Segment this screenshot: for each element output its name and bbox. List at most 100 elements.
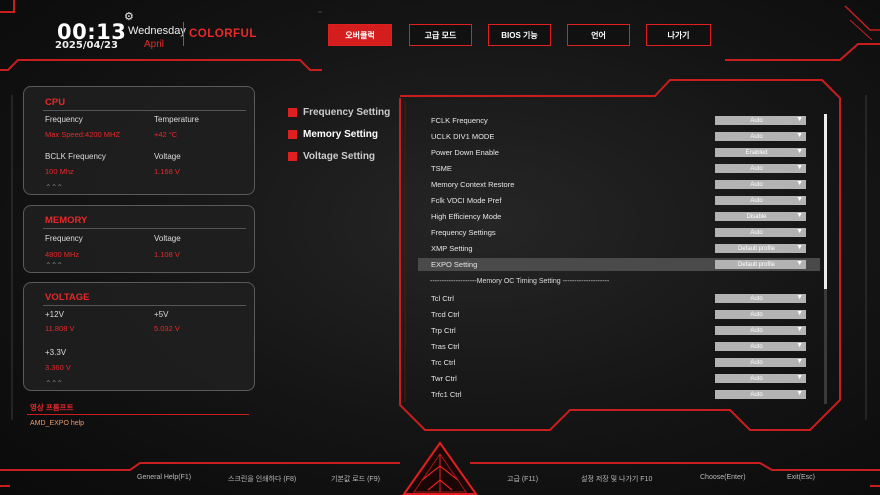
setting-name: Power Down Enable xyxy=(431,148,499,157)
clock-date: 2025/04/23 xyxy=(55,40,118,51)
dropdown-value: Auto xyxy=(750,327,763,334)
tab-advanced-mode[interactable]: 고급 모드 xyxy=(409,24,472,46)
memory-panel-title: MEMORY xyxy=(45,215,88,226)
setting-dropdown[interactable]: Enabled ▼ xyxy=(715,148,806,157)
setting-name: Twr Ctrl xyxy=(431,374,457,383)
setting-row-power-down-enable[interactable]: Power Down Enable Enabled ▼ xyxy=(418,146,820,159)
setting-name: XMP Setting xyxy=(431,244,473,253)
category-voltage-setting[interactable]: Voltage Setting xyxy=(288,151,375,162)
help-divider xyxy=(27,414,249,415)
setting-dropdown[interactable]: Auto ▼ xyxy=(715,132,806,141)
setting-dropdown[interactable]: Auto ▼ xyxy=(715,326,806,335)
triangle-down-icon: ▼ xyxy=(796,342,803,349)
setting-row-tcl-ctrl[interactable]: Tcl Ctrl Auto ▼ xyxy=(418,292,820,305)
setting-row-trp-ctrl[interactable]: Trp Ctrl Auto ▼ xyxy=(418,324,820,337)
triangle-down-icon: ▼ xyxy=(796,390,803,397)
triangle-down-icon: ▼ xyxy=(796,196,803,203)
setting-dropdown[interactable]: Auto ▼ xyxy=(715,228,806,237)
tab-language[interactable]: 언어 xyxy=(567,24,630,46)
setting-row-tras-ctrl[interactable]: Tras Ctrl Auto ▼ xyxy=(418,340,820,353)
setting-name: Fclk VDCI Mode Pref xyxy=(431,196,502,205)
setting-dropdown[interactable]: Disable ▼ xyxy=(715,212,806,221)
cpu-frequency-label: Frequency xyxy=(45,115,83,124)
voltage-panel: VOLTAGE +12V 11.808 V +5V 5.032 V +3.3V … xyxy=(23,282,255,391)
triangle-down-icon: ▼ xyxy=(796,294,803,301)
triangle-down-icon: ▼ xyxy=(796,148,803,155)
setting-row-twr-ctrl[interactable]: Twr Ctrl Auto ▼ xyxy=(418,372,820,385)
footer-choose[interactable]: Choose(Enter) xyxy=(700,474,746,481)
v12-label: +12V xyxy=(45,310,64,319)
tab-exit[interactable]: 나가기 xyxy=(646,24,711,46)
footer-general-help[interactable]: General Help(F1) xyxy=(137,474,191,481)
v33-label: +3.3V xyxy=(45,348,67,357)
setting-dropdown[interactable]: Auto ▼ xyxy=(715,390,806,399)
category-memory-setting[interactable]: Memory Setting xyxy=(288,129,378,140)
dropdown-value: Auto xyxy=(750,165,763,172)
memory-frequency-label: Frequency xyxy=(45,234,83,243)
dropdown-value: Disable xyxy=(746,213,767,220)
setting-row-high-efficiency-mode[interactable]: High Efficiency Mode Disable ▼ xyxy=(418,210,820,223)
tab-overclock[interactable]: 오버클럭 xyxy=(328,24,392,46)
triangle-down-icon: ▼ xyxy=(796,358,803,365)
setting-dropdown[interactable]: Auto ▼ xyxy=(715,196,806,205)
setting-row-trfc1-ctrl[interactable]: Trfc1 Ctrl Auto ▼ xyxy=(418,388,820,401)
category-label: Voltage Setting xyxy=(303,151,376,162)
dropdown-value: Default profile xyxy=(737,261,776,268)
cpu-panel: CPU Frequency Max Speed:4200 MHZ Tempera… xyxy=(23,86,255,195)
settings-scrollbar-thumb[interactable] xyxy=(824,114,827,289)
setting-row-trc-ctrl[interactable]: Trc Ctrl Auto ▼ xyxy=(418,356,820,369)
setting-dropdown[interactable]: Auto ▼ xyxy=(715,294,806,303)
v5-value: 5.032 V xyxy=(154,324,180,333)
v12-value: 11.808 V xyxy=(45,324,75,333)
cpu-temperature-label: Temperature xyxy=(154,115,199,124)
setting-name: Memory Context Restore xyxy=(431,180,515,189)
tab-bios-features[interactable]: BIOS 기능 xyxy=(488,24,551,46)
setting-name: Tcl Ctrl xyxy=(431,294,454,303)
setting-row-memory-context-restore[interactable]: Memory Context Restore Auto ▼ xyxy=(418,178,820,191)
category-frequency-setting[interactable]: Frequency Setting xyxy=(288,107,390,118)
footer-save-and-exit[interactable]: 설정 저장 및 나가기 F10 xyxy=(581,474,652,484)
footer-load-defaults[interactable]: 기본값 로드 (F9) xyxy=(331,474,380,484)
footer-print-screen[interactable]: 스크린을 인쇄하다 (F8) xyxy=(228,474,296,484)
setting-dropdown[interactable]: Auto ▼ xyxy=(715,180,806,189)
chevron-decoration-icon: ⌃⌃⌃ xyxy=(45,183,63,192)
setting-name: Frequency Settings xyxy=(431,228,496,237)
setting-dropdown[interactable]: Auto ▼ xyxy=(715,164,806,173)
setting-row-trcd-ctrl[interactable]: Trcd Ctrl Auto ▼ xyxy=(418,308,820,321)
setting-row-xmp-setting[interactable]: XMP Setting Default profile ▼ xyxy=(418,242,820,255)
dropdown-value: Auto xyxy=(750,359,763,366)
setting-dropdown[interactable]: Auto ▼ xyxy=(715,342,806,351)
setting-row-fclk-frequency[interactable]: FCLK Frequency Auto ▼ xyxy=(418,114,820,127)
red-square-icon xyxy=(288,130,297,139)
setting-row-fclk-vdci-mode-pref[interactable]: Fclk VDCI Mode Pref Auto ▼ xyxy=(418,194,820,207)
setting-dropdown[interactable]: Auto ▼ xyxy=(715,358,806,367)
setting-dropdown[interactable]: Auto ▼ xyxy=(715,116,806,125)
gear-icon[interactable]: ⚙ xyxy=(124,12,134,23)
triangle-down-icon: ▼ xyxy=(796,228,803,235)
triangle-down-icon: ▼ xyxy=(796,310,803,317)
dropdown-value: Enabled xyxy=(745,149,768,156)
setting-dropdown[interactable]: Default profile ▼ xyxy=(715,260,806,269)
setting-name: FCLK Frequency xyxy=(431,116,488,125)
dropdown-value: Auto xyxy=(750,197,763,204)
setting-dropdown[interactable]: Auto ▼ xyxy=(715,310,806,319)
setting-row-frequency-settings[interactable]: Frequency Settings Auto ▼ xyxy=(418,226,820,239)
triangle-down-icon: ▼ xyxy=(796,244,803,251)
setting-row-tsme[interactable]: TSME Auto ▼ xyxy=(418,162,820,175)
footer-advanced[interactable]: 고급 (F11) xyxy=(507,474,538,484)
setting-name: EXPO Setting xyxy=(431,260,478,269)
dropdown-value: Auto xyxy=(750,295,763,302)
setting-row-expo-setting[interactable]: EXPO Setting Default profile ▼ xyxy=(418,258,820,271)
category-label: Memory Setting xyxy=(303,129,379,140)
v33-value: 3.360 V xyxy=(45,363,71,372)
memory-voltage-label: Voltage xyxy=(154,234,181,243)
weekday-label: Wednesday xyxy=(128,25,186,37)
triangle-down-icon: ▼ xyxy=(796,260,803,267)
setting-name: High Efficiency Mode xyxy=(431,212,502,221)
setting-row-uclk-div1-mode[interactable]: UCLK DIV1 MODE Auto ▼ xyxy=(418,130,820,143)
setting-dropdown[interactable]: Default profile ▼ xyxy=(715,244,806,253)
divider xyxy=(43,110,246,111)
triangle-down-icon: ▼ xyxy=(796,212,803,219)
footer-exit[interactable]: Exit(Esc) xyxy=(787,474,815,481)
setting-dropdown[interactable]: Auto ▼ xyxy=(715,374,806,383)
